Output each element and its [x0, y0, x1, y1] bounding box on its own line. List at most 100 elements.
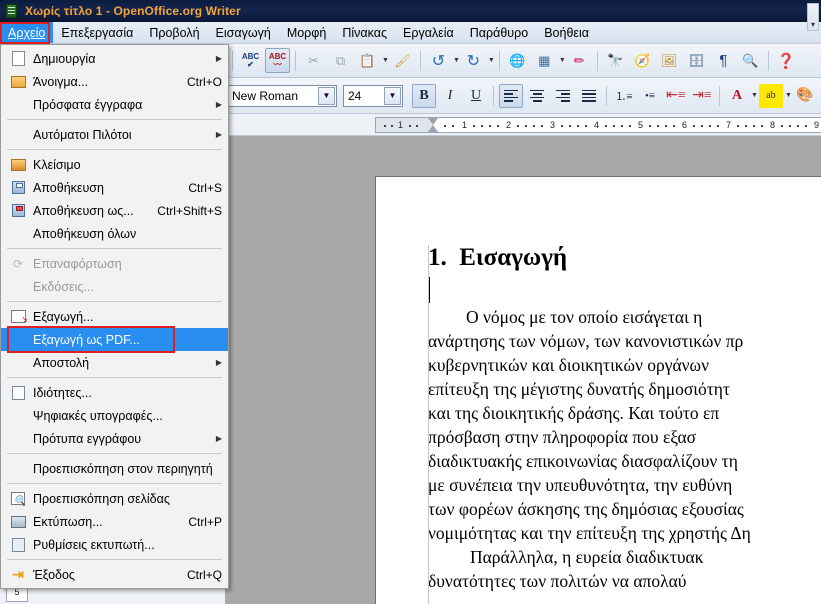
- ruler-tick: 3: [550, 120, 556, 130]
- menu-item-exagogi-os-pdf[interactable]: Εξαγωγή ως PDF...: [1, 328, 228, 351]
- menu-arxeio[interactable]: Αρχείο: [0, 22, 54, 43]
- insert-table-dropdown[interactable]: ▦ ▼: [531, 48, 566, 73]
- chevron-down-icon[interactable]: ▼: [488, 57, 495, 64]
- ruler-strip[interactable]: 1 1 2 3 4 5 6 7 8 9: [375, 117, 821, 133]
- printer-settings-icon: [7, 536, 29, 554]
- first-line-indent-marker[interactable]: [428, 118, 438, 132]
- file-menu-dropdown[interactable]: Δημιουργία ▶ Άνοιγμα... Ctrl+O Πρόσφατα …: [0, 44, 229, 589]
- increase-indent-icon[interactable]: ⇥≡: [690, 84, 714, 108]
- save-as-icon: [7, 202, 29, 220]
- menu-parathyro[interactable]: Παράθυρο: [462, 22, 536, 43]
- paragraph-line: πρόσβαση στην πληροφορία που εξασ: [428, 427, 697, 448]
- decrease-indent-icon[interactable]: ⇤≡: [664, 84, 688, 108]
- autospellcheck-icon[interactable]: ABC 〰: [265, 48, 290, 73]
- unordered-list-icon[interactable]: •≡: [638, 84, 662, 108]
- menu-epexergasia[interactable]: Επεξεργασία: [53, 22, 141, 43]
- menu-item-psifiakes-ypografes[interactable]: Ψηφιακές υπογραφές...: [1, 404, 228, 427]
- horizontal-ruler[interactable]: 1 1 2 3 4 5 6 7 8 9: [225, 114, 821, 136]
- font-color-icon[interactable]: A: [725, 84, 749, 108]
- menu-item-prosfata-eggrafa[interactable]: Πρόσφατα έγγραφα ▶: [1, 93, 228, 116]
- writer-document-icon: [4, 3, 20, 19]
- menu-item-proepiskopisi-periigiti[interactable]: Προεπισκόπηση στον περιηγητή: [1, 457, 228, 480]
- highlighting-icon[interactable]: ab: [758, 83, 783, 108]
- help-icon[interactable]: ❓: [774, 48, 799, 73]
- document-page[interactable]: 1. Εισαγωγή Ο νόμος με τον οποίο εισάγετ…: [375, 176, 821, 604]
- menu-ergaleia[interactable]: Εργαλεία: [395, 22, 462, 43]
- toolbar-overflow-button[interactable]: ▾: [807, 3, 819, 31]
- copy-icon[interactable]: ⧉: [328, 48, 353, 73]
- highlighting-dropdown[interactable]: ab ▼: [758, 83, 792, 108]
- submenu-arrow-icon: ▶: [215, 130, 222, 139]
- menu-item-kleisimo[interactable]: Κλείσιμο: [1, 153, 228, 176]
- menu-eisagogi[interactable]: Εισαγωγή: [208, 22, 279, 43]
- chevron-down-icon[interactable]: ▼: [384, 86, 401, 105]
- navigator-icon[interactable]: 🧭: [630, 48, 655, 73]
- font-name-combo[interactable]: New Roman ▼: [227, 84, 337, 107]
- paste-dropdown[interactable]: 📋 ▼: [354, 48, 389, 73]
- menu-item-idiotites[interactable]: Ιδιότητες...: [1, 381, 228, 404]
- zoom-icon[interactable]: 🔍: [738, 48, 763, 73]
- paragraph-line: Ο νόμος με τον οποίο εισάγεται η: [466, 307, 703, 328]
- save-icon: [7, 179, 29, 197]
- align-center-icon[interactable]: [525, 84, 549, 108]
- data-sources-icon[interactable]: 🗄: [684, 48, 709, 73]
- menu-item-apothikefsi-olon[interactable]: Αποθήκευση όλων: [1, 222, 228, 245]
- align-right-icon[interactable]: [551, 84, 575, 108]
- italic-button[interactable]: I: [438, 84, 462, 108]
- shortcut-label: Ctrl+O: [186, 74, 222, 89]
- menu-item-rythmiseis-ektypoti[interactable]: Ρυθμίσεις εκτυπωτή...: [1, 533, 228, 556]
- menu-morfi[interactable]: Μορφή: [279, 22, 335, 43]
- redo-dropdown[interactable]: ↻ ▼: [460, 48, 495, 73]
- open-folder-icon: [7, 73, 29, 91]
- document-canvas[interactable]: 1. Εισαγωγή Ο νόμος με τον οποίο εισάγετ…: [225, 136, 821, 604]
- menu-item-anoigma[interactable]: Άνοιγμα... Ctrl+O: [1, 70, 228, 93]
- chevron-down-icon[interactable]: ▼: [785, 92, 792, 99]
- menu-item-dimiourgia[interactable]: Δημιουργία ▶: [1, 47, 228, 70]
- ordered-list-icon[interactable]: ⒈≡: [612, 84, 636, 108]
- menu-item-apostoli[interactable]: Αποστολή ▶: [1, 351, 228, 374]
- undo-dropdown[interactable]: ↺ ▼: [425, 48, 460, 73]
- chevron-down-icon[interactable]: ▼: [318, 86, 335, 105]
- page-text-body[interactable]: 1. Εισαγωγή Ο νόμος με τον οποίο εισάγετ…: [428, 244, 821, 604]
- background-color-icon[interactable]: 🎨: [793, 84, 817, 108]
- undo-icon[interactable]: ↺: [426, 48, 451, 73]
- find-replace-icon[interactable]: 🔭: [603, 48, 628, 73]
- redo-icon[interactable]: ↻: [461, 48, 486, 73]
- menu-item-ektyposi[interactable]: Εκτύπωση... Ctrl+P: [1, 510, 228, 533]
- menu-item-exagogi[interactable]: ↘ Εξαγωγή...: [1, 305, 228, 328]
- menu-item-proepiskopisi-selidas[interactable]: 🔍 Προεπισκόπηση σελίδας: [1, 487, 228, 510]
- cut-icon[interactable]: ✂: [301, 48, 326, 73]
- chevron-down-icon[interactable]: ▼: [382, 57, 389, 64]
- underline-button[interactable]: U: [464, 84, 488, 108]
- show-draw-functions-icon[interactable]: ✏: [567, 48, 592, 73]
- font-size-combo[interactable]: 24 ▼: [343, 84, 403, 107]
- font-size-value: 24: [348, 88, 362, 103]
- menu-separator: [7, 248, 222, 249]
- menu-separator: [7, 377, 222, 378]
- font-color-dropdown[interactable]: A ▼: [724, 84, 758, 108]
- menu-item-exodos[interactable]: ⇥ Έξοδος Ctrl+Q: [1, 563, 228, 586]
- bold-button[interactable]: B: [412, 83, 436, 108]
- paragraph-line: νομιμότητας και την επίτευξη της χρηστής…: [428, 523, 751, 544]
- chevron-down-icon[interactable]: ▼: [453, 57, 460, 64]
- gallery-icon[interactable]: 🖼: [657, 48, 682, 73]
- menu-voitheia[interactable]: Βοήθεια: [536, 22, 597, 43]
- spelling-check-icon[interactable]: ABC ✔: [238, 48, 263, 73]
- align-left-icon[interactable]: [499, 83, 523, 108]
- chevron-down-icon[interactable]: ▼: [559, 57, 566, 64]
- menu-item-apothikefsi-os[interactable]: Αποθήκευση ως... Ctrl+Shift+S: [1, 199, 228, 222]
- menu-pinakas[interactable]: Πίνακας: [334, 22, 395, 43]
- menu-item-apothikefsi[interactable]: Αποθήκευση Ctrl+S: [1, 176, 228, 199]
- submenu-arrow-icon: ▶: [215, 100, 222, 109]
- ruler-tick: 7: [726, 120, 732, 130]
- align-justified-icon[interactable]: [577, 84, 601, 108]
- chevron-down-icon[interactable]: ▼: [751, 92, 758, 99]
- hyperlink-icon[interactable]: 🌐: [505, 48, 530, 73]
- menu-provoli[interactable]: Προβολή: [141, 22, 207, 43]
- insert-table-icon[interactable]: ▦: [532, 48, 557, 73]
- menu-item-aftomatoi-pilotoi[interactable]: Αυτόματοι Πιλότοι ▶: [1, 123, 228, 146]
- clone-formatting-icon[interactable]: 🖌: [390, 48, 415, 73]
- formatting-marks-icon[interactable]: ¶: [711, 48, 736, 73]
- paste-icon[interactable]: 📋: [355, 48, 380, 73]
- menu-item-protypa-eggrafou[interactable]: Πρότυπα εγγράφου ▶: [1, 427, 228, 450]
